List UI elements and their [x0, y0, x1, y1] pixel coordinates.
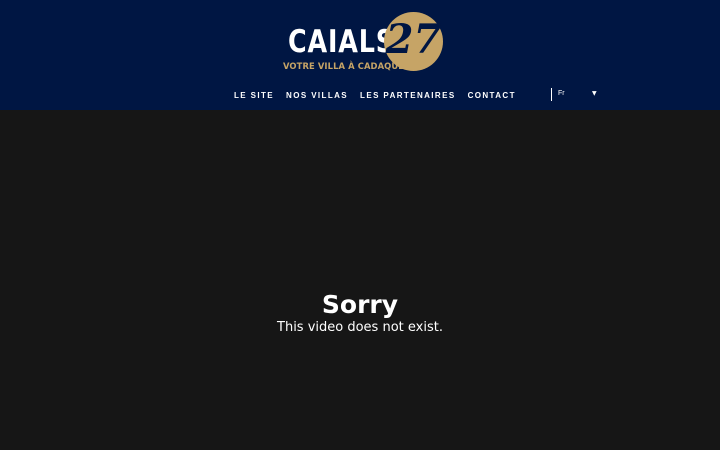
video-error-message: This video does not exist.	[277, 320, 443, 335]
language-selected-value: Fr	[558, 90, 565, 97]
nav-item-les-partenaires[interactable]: LES PARTENAIRES	[354, 89, 462, 103]
triangle-down-icon: ▼	[592, 90, 597, 97]
logo-badge-number: 27	[385, 16, 442, 63]
logo-wordmark: CAIALS	[288, 24, 395, 60]
nav-item-contact[interactable]: CONTACT	[462, 89, 522, 103]
video-player[interactable]: Sorry This video does not exist.	[0, 110, 720, 450]
nav-item-nos-villas[interactable]: NOS VILLAS	[280, 89, 354, 103]
nav-item-le-site[interactable]: LE SITE	[228, 89, 280, 103]
site-logo[interactable]: CAIALS 27 VOTRE VILLA À CADAQUÈS	[280, 12, 445, 74]
video-error-title: Sorry	[321, 290, 399, 319]
main-nav: LE SITE NOS VILLAS LES PARTENAIRES CONTA…	[228, 89, 522, 103]
logo-tagline: VOTRE VILLA À CADAQUÈS	[283, 61, 411, 71]
site-header: CAIALS 27 VOTRE VILLA À CADAQUÈS LE SITE…	[0, 0, 720, 110]
language-select[interactable]: Fr ▼	[551, 88, 599, 101]
